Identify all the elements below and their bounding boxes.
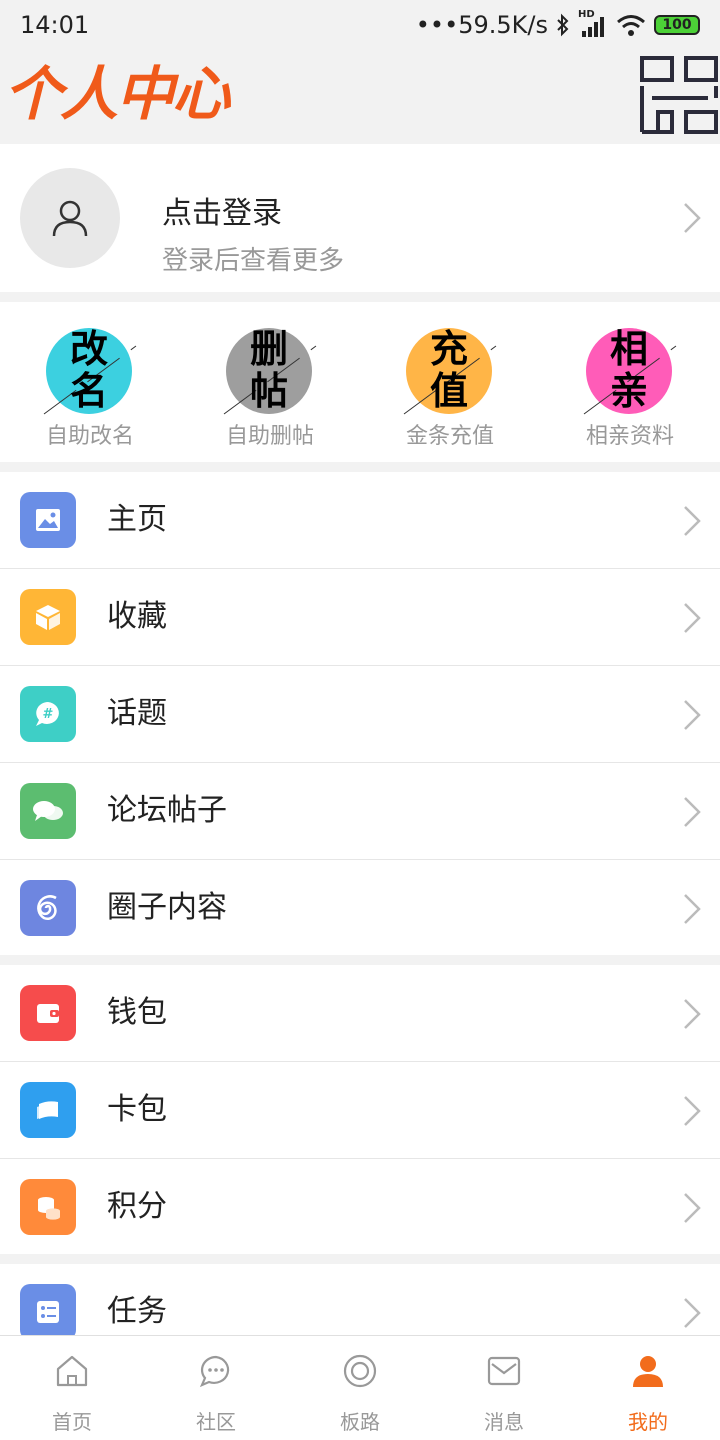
menu-item-favorites[interactable]: 收藏 [0, 569, 720, 666]
quick-action-glyph: 删帖 [249, 327, 288, 413]
wifi-icon [617, 15, 645, 36]
quick-action-label: 自助改名 [45, 424, 134, 449]
chevron-right-icon [684, 203, 701, 233]
menu-group-content: 主页 收藏 # 话题 论坛帖子 圈子内容 [0, 472, 720, 955]
quick-action-label: 相亲资料 [585, 424, 674, 449]
quick-action-delete-post[interactable]: 删帖 自助删帖 [180, 302, 360, 462]
qr-scan-icon[interactable] [638, 54, 720, 136]
user-icon [52, 200, 88, 237]
image-icon [20, 492, 76, 548]
tab-mine[interactable]: 我的 [576, 1336, 720, 1440]
chevron-right-icon [684, 1298, 701, 1328]
tab-label: 首页 [52, 1410, 92, 1434]
chevron-right-icon [684, 1193, 701, 1223]
box-icon [20, 589, 76, 645]
quick-action-label: 金条充值 [405, 424, 494, 449]
tab-community[interactable]: 社区 [144, 1336, 288, 1440]
quick-action-rename[interactable]: 改名 自助改名 [0, 302, 180, 462]
coins-icon [20, 1179, 76, 1235]
tab-home[interactable]: 首页 [0, 1336, 144, 1440]
avatar[interactable] [20, 168, 120, 268]
status-bar: 14:01 •••59.5K/s HD 100 [0, 0, 720, 50]
svg-text:#: # [43, 707, 54, 722]
tab-label: 板路 [340, 1410, 380, 1434]
page-title: 个人中心 [4, 60, 230, 128]
battery-icon: 100 [654, 15, 700, 35]
person-icon [633, 1356, 663, 1387]
chevron-right-icon [684, 603, 701, 633]
quick-action-label: 自助删帖 [225, 424, 314, 449]
chat-icon [199, 1355, 230, 1388]
mail-icon [487, 1356, 521, 1386]
status-time: 14:01 [20, 11, 90, 39]
tab-label: 消息 [484, 1410, 524, 1434]
quick-actions: 改名 自助改名 删帖 自助删帖 充值 金条充值 相亲 相亲资料 [0, 302, 720, 462]
checklist-icon [20, 1284, 76, 1340]
quick-action-glyph: 充值 [429, 327, 468, 413]
menu-item-forum-posts[interactable]: 论坛帖子 [0, 763, 720, 860]
wallet-icon [20, 985, 76, 1041]
tab-label: 社区 [196, 1410, 236, 1434]
chevron-right-icon [684, 894, 701, 924]
quick-action-recharge[interactable]: 充值 金条充值 [360, 302, 540, 462]
menu-item-circle-content[interactable]: 圈子内容 [0, 860, 720, 957]
chevron-right-icon [684, 1096, 701, 1126]
home-icon [56, 1355, 88, 1387]
menu-item-points[interactable]: 积分 [0, 1159, 720, 1256]
menu-item-wallet[interactable]: 钱包 [0, 965, 720, 1062]
quick-action-glyph: 改名 [69, 327, 108, 413]
menu-item-label: 积分 [107, 1189, 167, 1224]
cell-signal-icon: HD [578, 9, 608, 37]
bottom-tab-bar: 首页 社区 板路 消息 我的 [0, 1335, 720, 1440]
menu-item-label: 圈子内容 [107, 890, 227, 925]
tab-messages[interactable]: 消息 [432, 1336, 576, 1440]
chat-bubbles-icon [20, 783, 76, 839]
circle-target-icon [343, 1354, 377, 1388]
menu-item-label: 任务 [107, 1294, 167, 1329]
hashtag-chat-icon: # [20, 686, 76, 742]
menu-item-label: 收藏 [107, 599, 167, 634]
menu-item-topics[interactable]: # 话题 [0, 666, 720, 763]
chevron-right-icon [684, 700, 701, 730]
quick-action-glyph: 相亲 [609, 327, 648, 413]
quick-action-dating-profile[interactable]: 相亲 相亲资料 [540, 302, 720, 462]
login-subtitle: 登录后查看更多 [162, 246, 345, 276]
menu-item-label: 钱包 [107, 995, 167, 1030]
login-title[interactable]: 点击登录 [162, 188, 282, 232]
menu-item-label: 卡包 [107, 1092, 167, 1127]
network-speed: •••59.5K/s [415, 11, 548, 39]
menu-group-finance: 钱包 卡包 积分 [0, 965, 720, 1254]
card-icon [20, 1082, 76, 1138]
chevron-right-icon [684, 506, 701, 536]
menu-item-label: 论坛帖子 [107, 793, 227, 828]
chevron-right-icon [684, 797, 701, 827]
menu-item-homepage[interactable]: 主页 [0, 472, 720, 569]
login-card[interactable]: 点击登录 登录后查看更多 [0, 144, 720, 292]
menu-item-card-wallet[interactable]: 卡包 [0, 1062, 720, 1159]
menu-item-label: 话题 [107, 696, 167, 731]
bluetooth-icon [557, 13, 569, 37]
menu-item-label: 主页 [107, 502, 167, 537]
spiral-icon [20, 880, 76, 936]
header: 个人中心 [0, 50, 720, 142]
tab-board[interactable]: 板路 [288, 1336, 432, 1440]
chevron-right-icon [684, 999, 701, 1029]
tab-label: 我的 [628, 1410, 668, 1434]
status-indicators: •••59.5K/s HD 100 [415, 9, 700, 39]
